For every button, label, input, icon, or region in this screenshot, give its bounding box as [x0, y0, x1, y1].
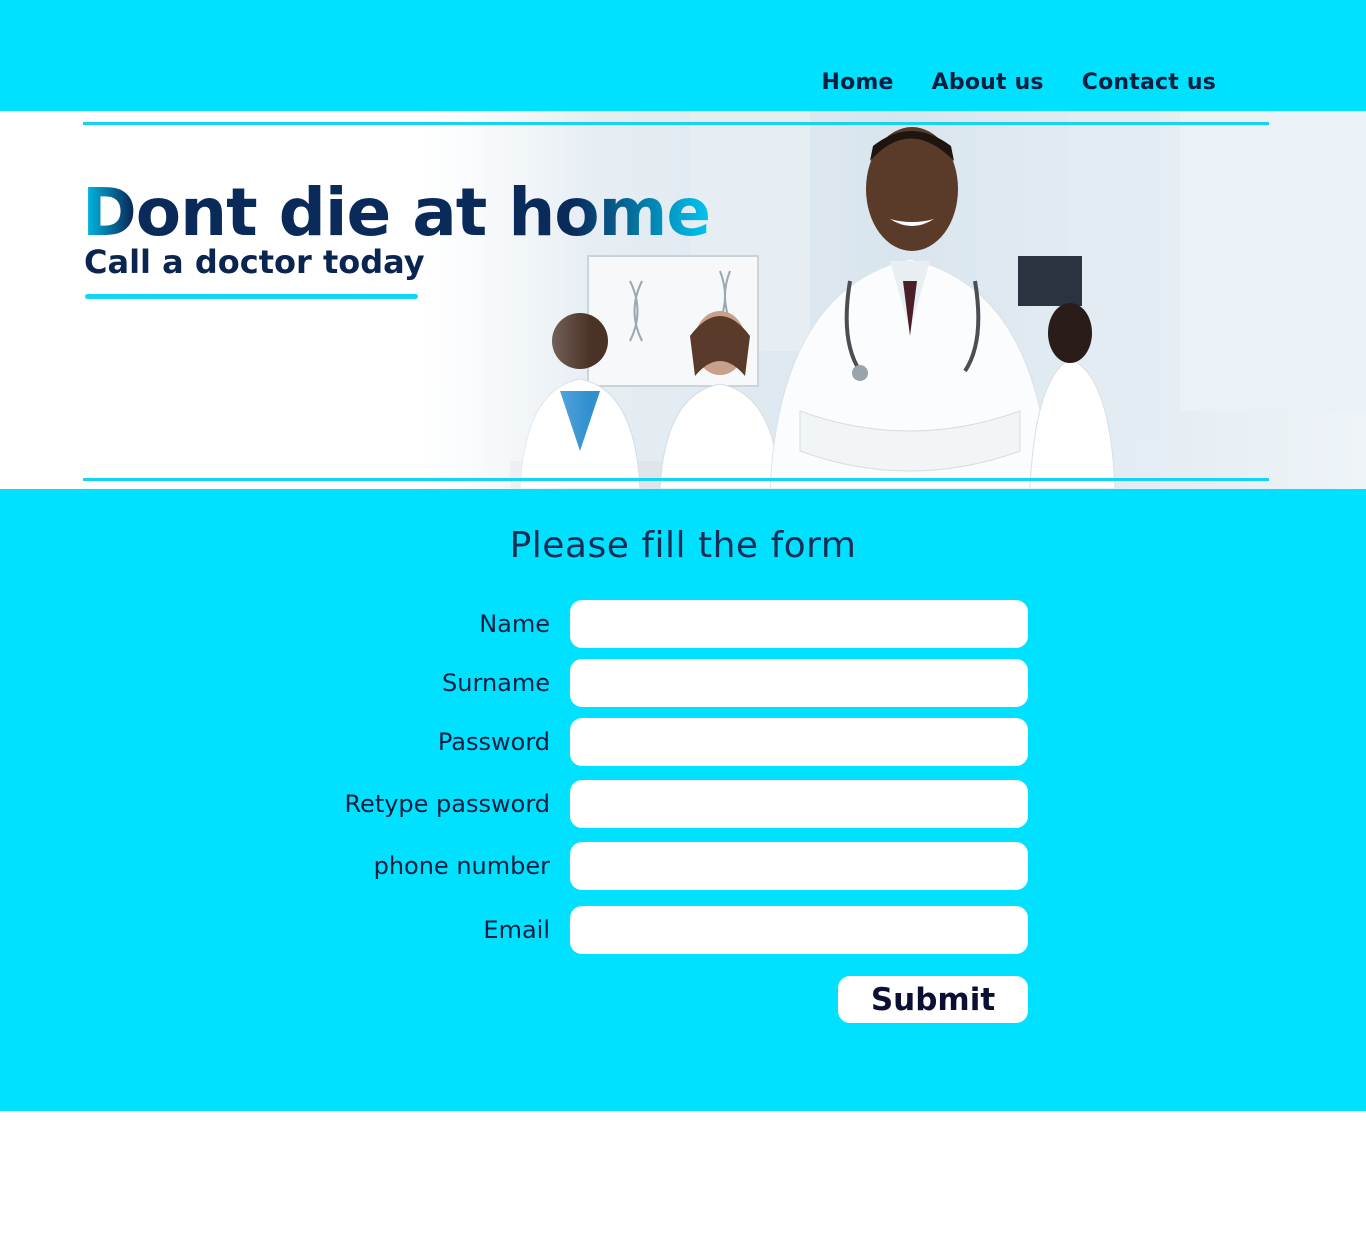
email-label: Email — [483, 916, 550, 944]
hero-headline: Dont die at home — [82, 174, 711, 251]
password-input[interactable] — [570, 718, 1028, 766]
retype-password-label: Retype password — [344, 790, 550, 818]
nav-about-link[interactable]: About us — [932, 70, 1044, 95]
name-input[interactable] — [570, 600, 1028, 648]
name-label: Name — [479, 610, 550, 638]
email-row: Email — [0, 906, 1366, 954]
doctors-photo — [420, 111, 1366, 489]
hero-top-divider — [83, 122, 1269, 125]
nav-contact-link[interactable]: Contact us — [1082, 70, 1216, 95]
phone-number-input[interactable] — [570, 842, 1028, 890]
nav-home-link[interactable]: Home — [821, 70, 893, 95]
surname-row: Surname — [0, 659, 1366, 707]
retype-password-row: Retype password — [0, 780, 1366, 828]
main-nav: Home About us Contact us — [821, 70, 1216, 95]
top-navigation-bar: Home About us Contact us — [0, 0, 1366, 111]
hero-banner: Dont die at home Call a doctor today — [0, 111, 1366, 489]
phone-number-label: phone number — [373, 852, 550, 880]
subheadline-underline — [85, 294, 418, 299]
email-input[interactable] — [570, 906, 1028, 954]
surname-label: Surname — [442, 669, 550, 697]
retype-password-input[interactable] — [570, 780, 1028, 828]
phone-number-row: phone number — [0, 842, 1366, 890]
hero-subheadline: Call a doctor today — [84, 243, 425, 281]
password-label: Password — [437, 728, 550, 756]
password-row: Password — [0, 718, 1366, 766]
form-title: Please fill the form — [509, 525, 857, 566]
hero-bottom-divider — [83, 478, 1269, 481]
name-row: Name — [0, 600, 1366, 648]
submit-button[interactable]: Submit — [838, 976, 1028, 1023]
surname-input[interactable] — [570, 659, 1028, 707]
registration-form-section: Please fill the form Name Surname Passwo… — [0, 489, 1366, 1111]
